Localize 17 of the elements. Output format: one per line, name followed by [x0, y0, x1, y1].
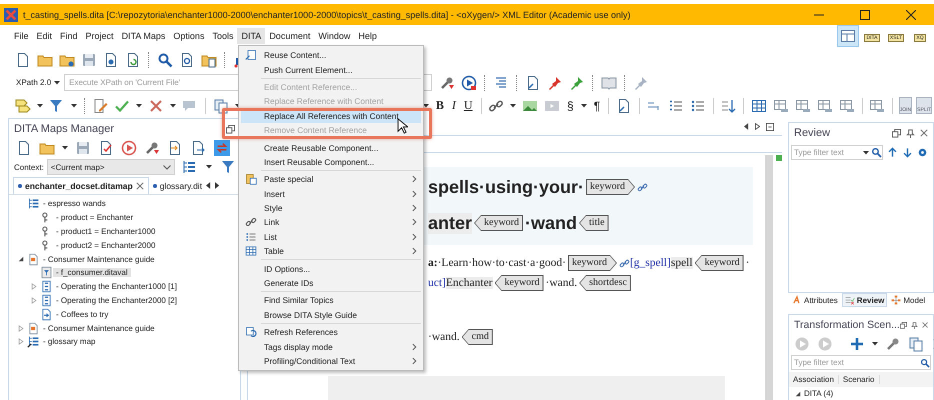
- keyword-text: anter: [428, 212, 472, 234]
- window-title: t_casting_spells.dita [C:\repozytoria\enchanter1000-2000\enchanter1000-2000\topics\t_casting_spells.dita] - <oXygen/> XML Editor (Academic use only): [23, 10, 632, 20]
- text: ·: [746, 257, 750, 269]
- label-text: a:: [428, 257, 438, 269]
- column-header: Scenario: [838, 375, 880, 384]
- panel-title: Transformation Scen...: [794, 319, 900, 331]
- column-header: Association: [789, 375, 839, 384]
- panel-title: Review: [794, 127, 832, 139]
- panel-title: DITA Maps Manager: [14, 123, 116, 135]
- text: ·wand: [525, 212, 578, 234]
- text: ·wand.: [546, 277, 578, 289]
- text: spells·using·your·: [428, 176, 584, 198]
- keyword-text: Enchanter: [446, 277, 493, 289]
- text: ·wand.: [428, 331, 460, 343]
- text: ·Learn·how·to·cast·a·good·: [438, 257, 566, 269]
- keyword-text: spell: [670, 257, 693, 269]
- context-label: Context:: [14, 162, 44, 172]
